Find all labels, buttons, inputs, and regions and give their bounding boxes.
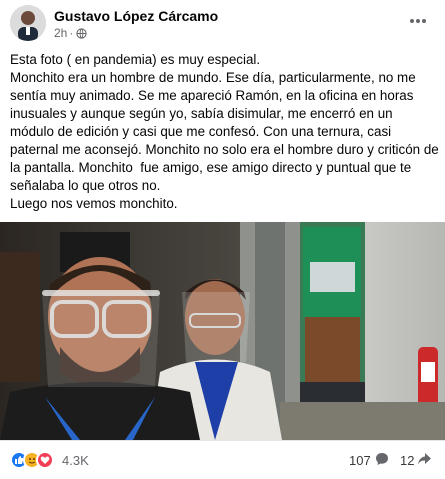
comment-icon [375,452,389,469]
post-time[interactable]: 2h [54,26,67,40]
post-text: Esta foto ( en pandemia) es muy especial… [10,51,440,213]
author-avatar[interactable] [10,5,46,41]
more-options-button[interactable] [405,10,431,30]
share-icon [417,452,432,469]
shares-count[interactable]: 12 [400,452,432,469]
post-text-line: Luego nos vemos monchito. [10,196,178,211]
post-text-line: Monchito era un hombre de mundo. Ese día… [10,70,443,193]
comment-count-value: 107 [349,453,371,468]
reaction-count[interactable]: 4.3K [62,453,89,468]
comments-count[interactable]: 107 [349,452,389,469]
engagement-bar: 4.3K 107 12 [0,440,445,479]
post-meta: 2h · [54,26,87,40]
share-count-value: 12 [400,453,415,468]
post-text-line: Esta foto ( en pandemia) es muy especial… [10,52,261,67]
author-name[interactable]: Gustavo López Cárcamo [54,8,218,24]
post-photo[interactable] [0,222,445,440]
more-options-icon [409,11,427,29]
reaction-icons[interactable] [10,451,54,469]
post-header: Gustavo López Cárcamo 2h · [0,0,445,46]
globe-icon [76,27,87,39]
love-icon [36,451,54,469]
meta-separator: · [69,26,74,40]
